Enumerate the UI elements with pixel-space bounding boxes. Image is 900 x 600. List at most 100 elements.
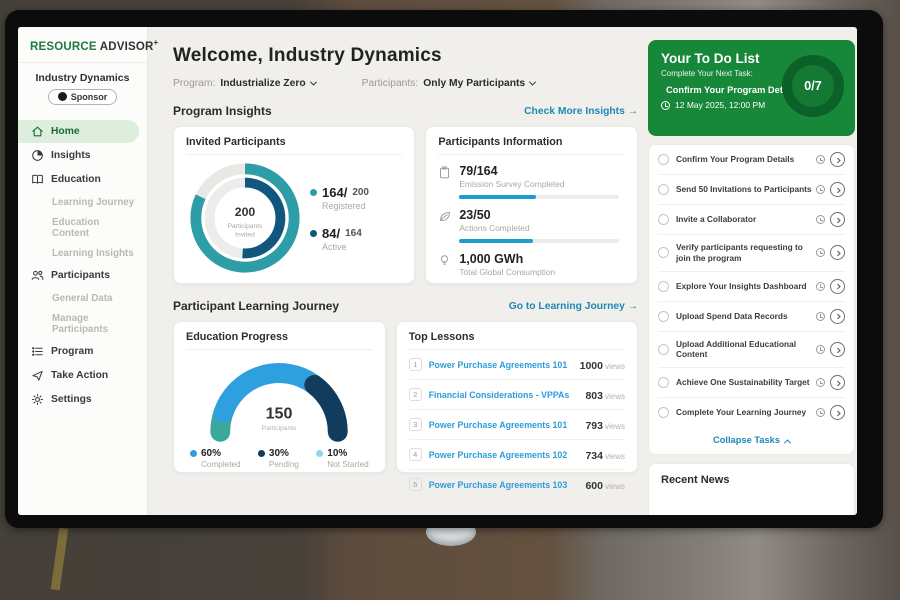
task-open-button[interactable]: [830, 279, 845, 294]
legend-value: 84/: [322, 226, 340, 241]
task-open-button[interactable]: [830, 405, 845, 420]
program-value: Industrialize Zero: [220, 78, 305, 89]
sidebar-item-education[interactable]: Education: [18, 168, 139, 191]
education-gauge-chart: 150 Participants: [189, 356, 369, 446]
task-checkbox[interactable]: [658, 214, 669, 225]
sidebar-item-label: Home: [51, 126, 80, 137]
lesson-link[interactable]: Power Purchase Agreements 101: [429, 420, 579, 430]
legend-total: 164: [345, 228, 362, 239]
participants-dropdown[interactable]: Participants: Only My Participants: [362, 78, 536, 89]
stat-label: Emission Survey Completed: [459, 179, 625, 189]
timer-icon: [816, 248, 825, 257]
sidebar-item-learning-journey[interactable]: Learning Journey: [18, 192, 147, 212]
check-more-insights-link[interactable]: Check More Insights →: [524, 106, 638, 117]
org-name: Industry Dynamics: [18, 72, 147, 84]
task-checkbox[interactable]: [658, 407, 669, 418]
todo-summary-card: Your To Do List Complete Your Next Task:…: [648, 40, 855, 136]
collapse-tasks-link[interactable]: Collapse Tasks: [658, 427, 845, 454]
sidebar-item-insights[interactable]: Insights: [18, 144, 139, 167]
task-checkbox[interactable]: [658, 311, 669, 322]
views-word: views: [605, 452, 625, 461]
task-row-invite-collaborator[interactable]: Invite a Collaborator: [658, 205, 845, 235]
main-content: Welcome, Industry Dynamics Program: Indu…: [148, 27, 648, 515]
task-open-button[interactable]: [830, 152, 845, 167]
task-checkbox[interactable]: [658, 377, 669, 388]
gear-icon: [31, 393, 44, 406]
chevron-right-icon: [835, 158, 840, 163]
task-checkbox[interactable]: [658, 281, 669, 292]
todo-tasks-card: Confirm Your Program Details Send 50 Inv…: [648, 144, 855, 455]
program-dropdown[interactable]: Program: Industrialize Zero: [173, 78, 316, 89]
recent-news-title: Recent News: [661, 474, 842, 486]
sidebar-item-learning-insights[interactable]: Learning Insights: [18, 243, 147, 263]
sidebar-item-home[interactable]: Home: [18, 120, 139, 143]
program-insights-header: Program Insights Check More Insights →: [173, 104, 638, 118]
progress-bar: [459, 239, 619, 243]
legend-item-registered: 164/200 Registered: [310, 185, 369, 211]
insights-icon: [31, 149, 44, 162]
lesson-rank: 2: [409, 388, 422, 401]
sidebar-item-take-action[interactable]: Take Action: [18, 364, 139, 387]
invited-participants-card: Invited Participants 200 Participants In…: [173, 126, 415, 284]
sidebar-item-settings[interactable]: Settings: [18, 388, 139, 411]
sidebar-item-participants[interactable]: Participants: [18, 264, 139, 287]
task-row-upload-spend-data[interactable]: Upload Spend Data Records: [658, 302, 845, 332]
arrow-right-icon: →: [628, 106, 638, 117]
timer-icon: [816, 185, 825, 194]
legend-dot: [310, 189, 317, 196]
task-checkbox[interactable]: [658, 154, 669, 165]
timer-icon: [816, 215, 825, 224]
task-row-confirm-program[interactable]: Confirm Your Program Details: [658, 145, 845, 175]
donut-legend: 164/200 Registered 84/164 Active: [310, 185, 369, 252]
legend-item-completed: 60% Completed: [190, 448, 241, 469]
sidebar-item-general-data[interactable]: General Data: [18, 288, 147, 308]
insights-cards-row: Invited Participants 200 Participants In…: [173, 126, 638, 284]
chevron-right-icon: [835, 251, 840, 256]
background-object: [51, 528, 69, 591]
chevron-down-icon: [529, 79, 536, 86]
task-checkbox[interactable]: [658, 184, 669, 195]
task-open-button[interactable]: [830, 182, 845, 197]
timer-icon: [816, 282, 825, 291]
lesson-row: 1 Power Purchase Agreements 101 1000view…: [409, 350, 625, 380]
task-checkbox[interactable]: [658, 344, 669, 355]
task-row-complete-learning-journey[interactable]: Complete Your Learning Journey: [658, 398, 845, 427]
views-count: 600: [585, 480, 603, 492]
lesson-link[interactable]: Power Purchase Agreements 101: [429, 360, 573, 370]
sidebar-item-manage-participants[interactable]: Manage Participants: [18, 308, 147, 339]
task-checkbox[interactable]: [658, 247, 669, 258]
learning-journey-header: Participant Learning Journey Go to Learn…: [173, 299, 638, 313]
stat-global-consumption: 1,000 GWh Total Global Consumption: [438, 252, 625, 277]
legend-label: Completed: [201, 460, 241, 469]
sidebar-item-label: Participants: [51, 270, 110, 281]
task-open-button[interactable]: [830, 245, 845, 260]
legend-pct: 10%: [327, 448, 347, 459]
task-row-achieve-target[interactable]: Achieve One Sustainability Target: [658, 368, 845, 398]
sidebar-item-program[interactable]: Program: [18, 340, 139, 363]
legend-item-active: 84/164 Active: [310, 226, 369, 252]
task-row-upload-educational-content[interactable]: Upload Additional Educational Content: [658, 332, 845, 369]
task-open-button[interactable]: [830, 212, 845, 227]
task-open-button[interactable]: [830, 309, 845, 324]
action-arrow-icon: [31, 369, 44, 382]
org-section: Industry Dynamics Sponsor: [18, 63, 147, 114]
task-open-button[interactable]: [830, 375, 845, 390]
gauge-center-label: Participants: [262, 425, 297, 432]
lesson-link[interactable]: Financial Considerations - VPPAs: [429, 390, 579, 400]
stat-value: 23/50: [459, 208, 625, 222]
lesson-link[interactable]: Power Purchase Agreements 102: [429, 450, 579, 460]
task-row-verify-participants[interactable]: Verify participants requesting to join t…: [658, 235, 845, 272]
chevron-right-icon: [835, 284, 840, 289]
chevron-right-icon: [835, 381, 840, 386]
sidebar-item-label: Insights: [51, 150, 90, 161]
task-open-button[interactable]: [830, 342, 845, 357]
legend-label: Registered: [322, 201, 369, 211]
legend-item-not-started: 10% Not Started: [316, 448, 368, 469]
go-to-learning-journey-link[interactable]: Go to Learning Journey →: [509, 301, 638, 312]
lesson-link[interactable]: Power Purchase Agreements 103: [429, 480, 579, 490]
sidebar-item-education-content[interactable]: Education Content: [18, 212, 147, 243]
task-row-send-invitations[interactable]: Send 50 Invitations to Participants: [658, 175, 845, 205]
task-row-explore-insights[interactable]: Explore Your Insights Dashboard: [658, 272, 845, 302]
dashboard-screen: RESOURCE ADVISOR+ Industry Dynamics Spon…: [18, 27, 857, 515]
todo-subtitle: Complete Your Next Task:: [661, 69, 777, 78]
